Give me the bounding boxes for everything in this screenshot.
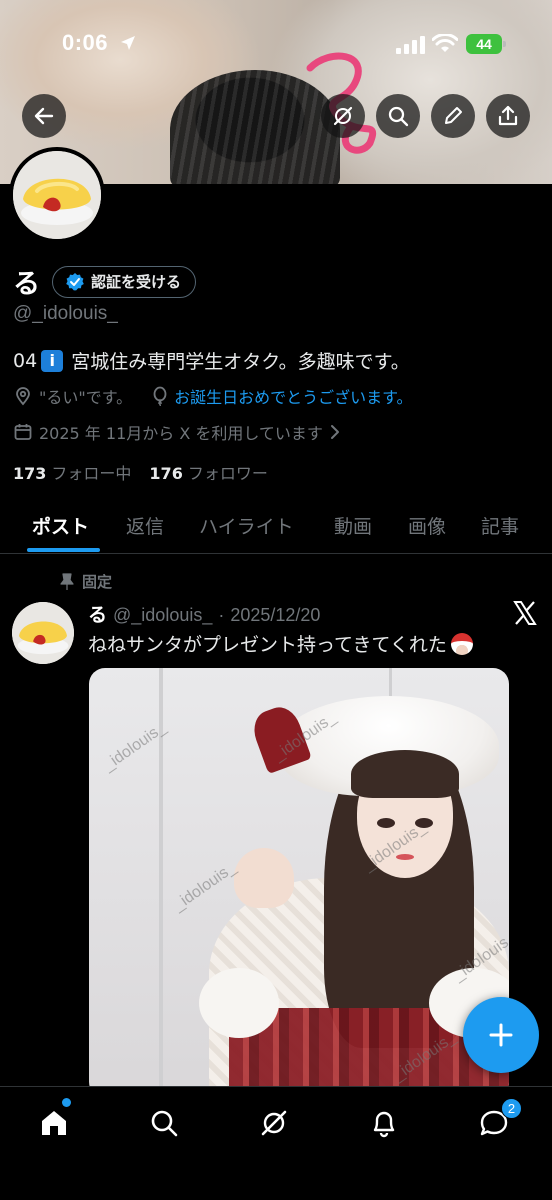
share-icon — [498, 105, 518, 126]
post-separator: · — [218, 605, 225, 625]
post-date[interactable]: 2025/12/20 — [230, 605, 320, 626]
joined-date: 2025 年 11月から X を利用しています — [39, 424, 323, 443]
calendar-icon — [14, 424, 32, 440]
post-header: る @_idolouis_ · 2025/12/20 — [88, 600, 320, 627]
pin-icon — [60, 572, 74, 590]
profile-bio: 04 i 宮城住み専門学生オタク。多趣味です。 — [13, 347, 410, 374]
tab-replies[interactable]: 返信 — [126, 512, 164, 539]
tab-videos[interactable]: 動画 — [334, 512, 372, 539]
compose-button[interactable] — [463, 997, 539, 1073]
balloon-icon — [153, 386, 167, 406]
profile-avatar[interactable] — [9, 147, 105, 243]
post-body: ねねサンタがプレゼント持ってきてくれた — [88, 634, 447, 656]
tab-highlights[interactable]: ハイライト — [199, 512, 294, 539]
tab-images[interactable]: 画像 — [408, 512, 446, 539]
active-tab-indicator — [27, 548, 100, 552]
home-unread-dot — [62, 1098, 71, 1107]
followers-count: 176 — [149, 464, 183, 483]
following-count: 173 — [13, 464, 47, 483]
battery-indicator: 44 — [466, 34, 506, 54]
nav-home[interactable] — [34, 1103, 74, 1143]
profile-handle: @_idolouis_ — [13, 303, 118, 324]
photo-bangs — [351, 750, 459, 798]
post-handle[interactable]: @_idolouis_ — [113, 605, 212, 626]
nav-notifications[interactable] — [364, 1103, 404, 1143]
santa-emoji-icon — [450, 632, 473, 655]
search-icon — [151, 1110, 178, 1137]
photo-hand — [234, 848, 294, 908]
post-image[interactable]: _idolouis_ _idolouis_ _idolouis_ _idolou… — [89, 668, 509, 1098]
omurice-picture-small — [12, 602, 74, 664]
messages-badge: 2 — [501, 1098, 522, 1119]
nav-grok[interactable] — [254, 1103, 294, 1143]
nav-search[interactable] — [144, 1103, 184, 1143]
profile-location: "るい"です。 — [39, 388, 133, 407]
tab-articles[interactable]: 記事 — [481, 512, 519, 539]
x-logo-icon[interactable] — [512, 600, 538, 626]
profile-name: る — [13, 269, 40, 300]
photo-eye — [377, 818, 395, 828]
grok-button[interactable] — [321, 94, 365, 138]
pinned-label: 固定 — [82, 573, 113, 591]
location-icon — [16, 387, 30, 406]
search-button[interactable] — [376, 94, 420, 138]
joined-date-row[interactable]: 2025 年 11月から X を利用しています — [13, 420, 341, 444]
location-services-icon — [121, 36, 135, 50]
get-verified-button[interactable]: 認証を受ける — [52, 265, 197, 298]
profile-meta: "るい"です。 お誕生日おめでとうございます。 — [13, 384, 413, 408]
followers-label: フォロワー — [187, 464, 268, 483]
back-button[interactable] — [22, 94, 66, 138]
post-author[interactable]: る — [88, 600, 107, 627]
get-verified-label: 認証を受ける — [91, 273, 182, 291]
followers-link[interactable]: 176 フォロワー — [149, 460, 267, 484]
bell-icon — [373, 1111, 395, 1138]
birthday-link[interactable]: お誕生日おめでとうございます。 — [174, 384, 412, 408]
post-avatar[interactable] — [12, 602, 74, 664]
edit-button[interactable] — [431, 94, 475, 138]
tab-posts[interactable]: ポスト — [32, 512, 89, 539]
post-text: ねねサンタがプレゼント持ってきてくれた — [88, 630, 473, 657]
pencil-icon — [445, 107, 462, 124]
verified-badge-icon — [66, 272, 84, 290]
bio-prefix: 04 — [13, 349, 38, 372]
cellular-signal-icon — [396, 36, 425, 54]
accessibility-emoji-icon: i — [41, 349, 64, 372]
following-link[interactable]: 173 フォロー中 — [13, 460, 131, 484]
following-label: フォロー中 — [51, 464, 132, 483]
search-icon — [388, 106, 409, 127]
chevron-right-icon — [330, 425, 339, 439]
grok-icon — [261, 1110, 287, 1136]
back-arrow-icon — [34, 107, 54, 125]
plus-icon — [489, 1023, 513, 1047]
omurice-picture — [13, 151, 101, 239]
wifi-icon — [432, 34, 458, 52]
photo-watermark: _idolouis_ — [170, 858, 240, 915]
bio-text: 宮城住み専門学生オタク。多趣味です。 — [71, 351, 410, 373]
photo-fur-trim — [199, 968, 279, 1038]
bottom-navigation: 2 — [0, 1086, 552, 1200]
home-icon — [42, 1111, 66, 1135]
avatar-image — [13, 151, 101, 239]
status-bar: 0:06 44 — [0, 0, 552, 90]
follow-stats: 173 フォロー中 176 フォロワー — [13, 460, 268, 484]
profile-tabs: ポスト 返信 ハイライト 動画 画像 記事 — [0, 500, 552, 554]
status-time: 0:06 — [62, 30, 109, 55]
pinned-label-row: 固定 — [60, 571, 112, 592]
share-button[interactable] — [486, 94, 530, 138]
grok-icon — [333, 106, 353, 126]
